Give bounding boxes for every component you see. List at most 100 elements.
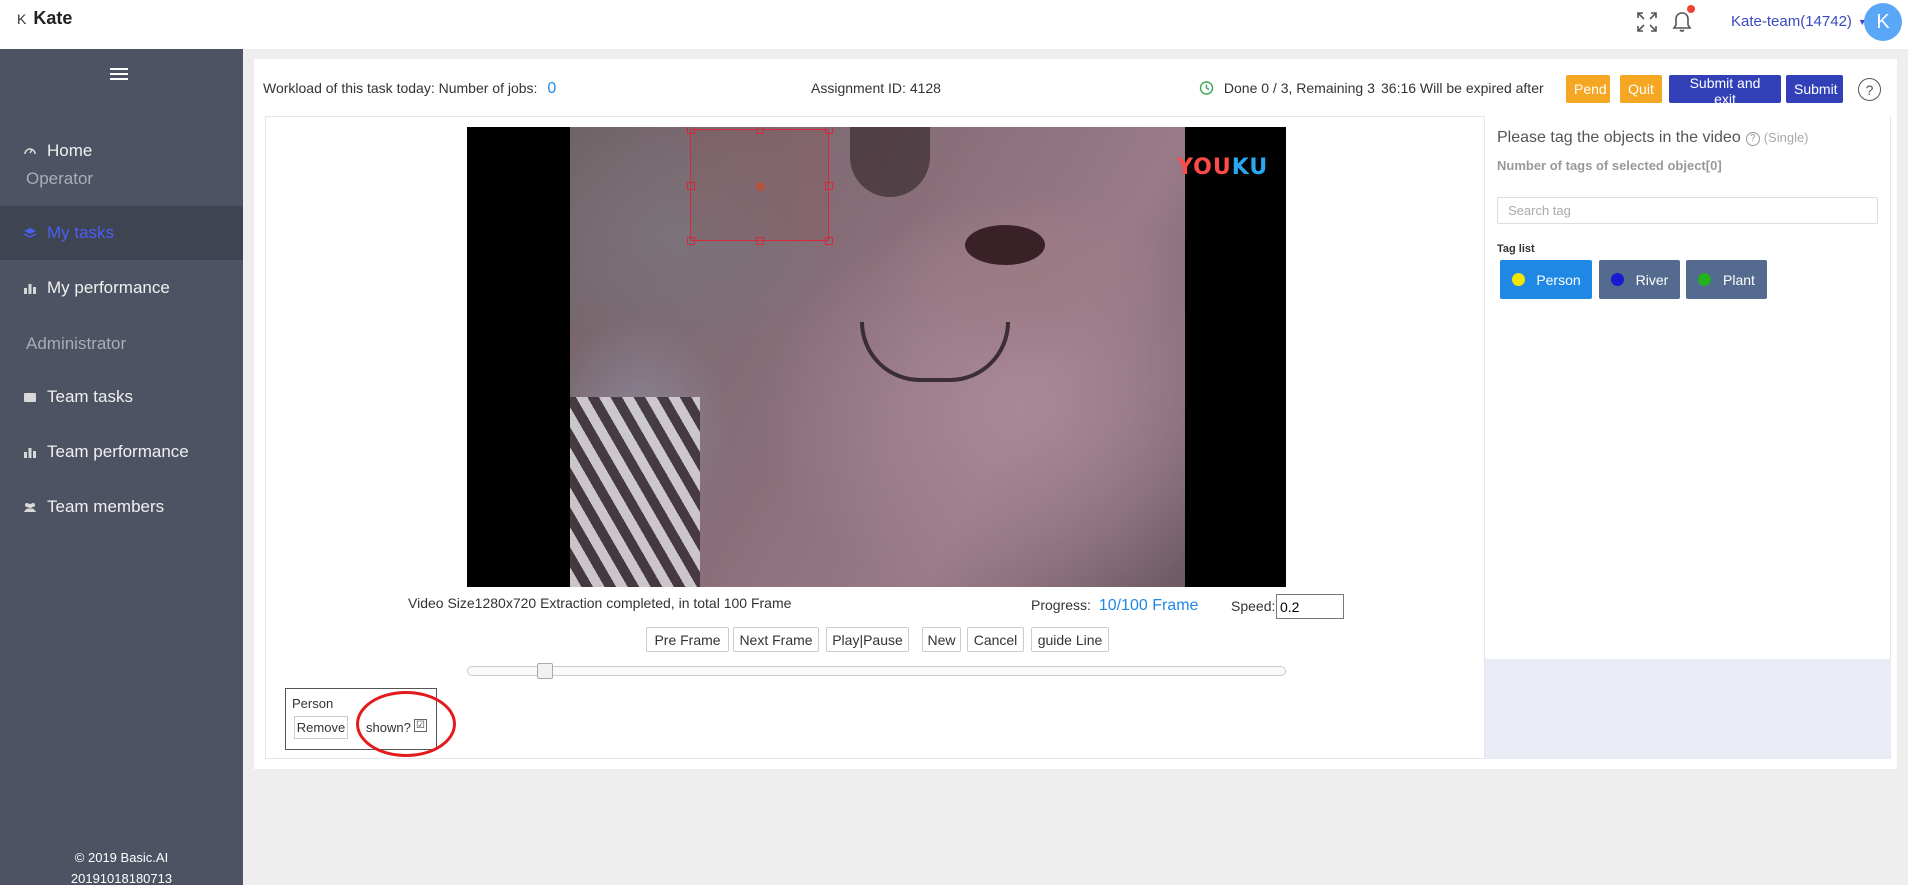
tag-panel-title: Please tag the objects in the video? (Sin… — [1497, 129, 1809, 147]
tag-color-dot — [1698, 273, 1711, 286]
frame-detail-necklace — [860, 322, 1010, 382]
tag-count: Number of tags of selected object[0] — [1497, 158, 1722, 173]
video-meta: Video Size1280x720 Extraction completed,… — [408, 595, 792, 611]
sidebar-group-administrator: Administrator — [26, 334, 127, 353]
bounding-box-center[interactable] — [756, 182, 765, 191]
top-bar: K Kate Kate-team(14742) ▼ K — [0, 0, 1908, 49]
tag-mode: (Single) — [1763, 130, 1809, 145]
submit-button[interactable]: Submit — [1786, 75, 1843, 103]
cancel-button[interactable]: Cancel — [967, 627, 1024, 652]
frame-detail-shadow — [850, 127, 930, 197]
pre-frame-button[interactable]: Pre Frame — [646, 627, 729, 652]
sidebar-item-team-members[interactable]: Team members — [0, 480, 243, 534]
frame-detail-mouth — [965, 225, 1045, 265]
workload-info: Workload of this task today: Number of j… — [263, 80, 556, 98]
fullscreen-icon[interactable] — [1636, 11, 1658, 33]
logo-mark: K — [17, 11, 27, 27]
resize-handle-top-left[interactable] — [687, 127, 695, 134]
watermark-part-a: YOU — [1177, 155, 1232, 180]
sidebar-item-team-performance[interactable]: Team performance — [0, 425, 243, 479]
quit-button[interactable]: Quit — [1620, 75, 1662, 103]
help-icon[interactable]: ? — [1745, 131, 1760, 146]
help-icon[interactable]: ? — [1858, 78, 1881, 101]
sidebar-group-operator: Operator — [26, 169, 94, 188]
resize-handle-bottom[interactable] — [756, 237, 764, 245]
frame-slider-thumb[interactable] — [537, 663, 554, 679]
tag-panel-title-text: Please tag the objects in the video — [1497, 129, 1741, 146]
dashboard-icon — [23, 144, 37, 158]
next-frame-button[interactable]: Next Frame — [733, 627, 819, 652]
resize-handle-bottom-left[interactable] — [687, 237, 695, 245]
workload-label: Workload of this task today: Number of j… — [263, 80, 538, 96]
notification-badge — [1687, 5, 1695, 13]
sidebar: Home Operator My tasks My performance Ad… — [0, 49, 243, 885]
resize-handle-top-right[interactable] — [825, 127, 833, 134]
folder-icon — [23, 390, 37, 404]
users-icon — [23, 500, 37, 514]
copyright-text: © 2019 Basic.AI — [74, 850, 169, 865]
tag-label: Person — [1536, 271, 1581, 288]
tag-label: Plant — [1723, 271, 1755, 288]
watermark-part-b: KU — [1231, 155, 1269, 180]
tag-river-button[interactable]: River — [1599, 260, 1680, 299]
tag-list-label: Tag list — [1497, 243, 1535, 255]
submit-and-exit-button[interactable]: Submit and exit — [1669, 75, 1781, 107]
sidebar-item-label: My performance — [47, 278, 170, 297]
pend-button[interactable]: Pend — [1566, 75, 1610, 103]
sidebar-item-label: Team members — [47, 497, 165, 516]
sidebar-item-label: Team performance — [47, 442, 189, 461]
resize-handle-right[interactable] — [825, 182, 833, 190]
tag-color-dot — [1611, 273, 1624, 286]
progress-label: Progress: — [1031, 597, 1091, 613]
progress-info: Progress: 10/100 Frame — [1031, 597, 1198, 615]
done-status: Done 0 / 3, Remaining 3 — [1223, 80, 1375, 96]
app-logo[interactable]: K Kate — [17, 8, 72, 29]
sidebar-item-team-tasks[interactable]: Team tasks — [0, 370, 243, 424]
jobs-count: 0 — [547, 80, 557, 97]
speed-input[interactable] — [1276, 594, 1344, 619]
bar-chart-icon — [23, 281, 37, 295]
tag-person-button[interactable]: Person — [1500, 260, 1592, 299]
tag-color-dot — [1512, 273, 1525, 286]
progress-value: 10/100 Frame — [1098, 597, 1199, 614]
sidebar-item-label: My tasks — [47, 223, 115, 242]
sidebar-item-label: Home — [47, 141, 93, 160]
guide-line-button[interactable]: guide Line — [1031, 627, 1109, 652]
menu-toggle-icon[interactable] — [110, 68, 128, 82]
tag-search-input[interactable] — [1497, 197, 1878, 224]
sidebar-item-label: Team tasks — [47, 387, 133, 406]
frame-slider-track[interactable] — [467, 666, 1286, 676]
video-canvas[interactable]: YOUKU — [467, 127, 1286, 587]
sidebar-footer: © 2019 Basic.AI 20191018180713 — [0, 847, 243, 885]
tag-panel-footer — [1485, 659, 1891, 759]
frame-detail-stripes — [570, 397, 700, 587]
speed-label: Speed: — [1231, 598, 1276, 614]
resize-handle-top[interactable] — [756, 127, 764, 134]
timer-icon — [1199, 81, 1214, 95]
avatar[interactable]: K — [1864, 3, 1902, 41]
bar-chart-icon — [23, 445, 37, 459]
assignment-id: Assignment ID: 4128 — [811, 80, 941, 96]
tag-label: River — [1635, 271, 1669, 288]
app-name: Kate — [33, 8, 73, 28]
sidebar-item-my-performance[interactable]: My performance — [0, 261, 243, 315]
notification-bell-icon[interactable] — [1670, 10, 1694, 34]
resize-handle-left[interactable] — [687, 182, 695, 190]
highlight-circle — [356, 691, 456, 757]
layers-icon — [23, 226, 37, 240]
play-pause-button[interactable]: Play|Pause — [826, 627, 909, 652]
team-selector[interactable]: Kate-team(14742) ▼ — [1731, 13, 1867, 30]
object-name: Person — [292, 696, 334, 711]
video-frame-image — [570, 127, 1185, 587]
task-status: Done 0 / 3, Remaining 3 — [1199, 80, 1375, 96]
resize-handle-bottom-right[interactable] — [825, 237, 833, 245]
video-watermark: YOUKU — [1177, 155, 1268, 180]
tag-plant-button[interactable]: Plant — [1686, 260, 1767, 299]
team-label: Kate-team(14742) — [1731, 13, 1852, 30]
build-number: 20191018180713 — [70, 871, 173, 885]
remove-object-button[interactable]: Remove — [294, 716, 348, 739]
sidebar-item-my-tasks[interactable]: My tasks — [0, 206, 243, 260]
bounding-box[interactable] — [687, 127, 833, 245]
expiry-info: 36:16 Will be expired after — [1381, 80, 1544, 96]
new-button[interactable]: New — [922, 627, 961, 652]
